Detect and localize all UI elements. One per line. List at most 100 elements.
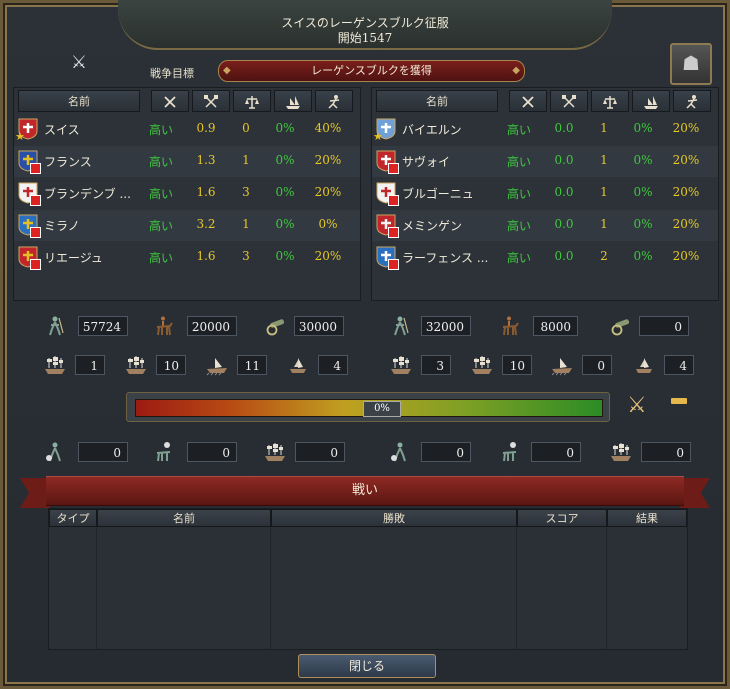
defender-lost-infantry-value: 0 [421, 442, 471, 462]
ally-marker-icon [388, 259, 399, 270]
defender-artillery[interactable]: 0 [609, 313, 689, 341]
peace-offer-icon[interactable]: ⚔ [627, 393, 647, 418]
attacker-infantry-value: 57724 [78, 316, 128, 336]
ship-icon [389, 354, 413, 378]
attacker-heavy-ships-value: 1 [75, 355, 105, 375]
participant-stat-5: 20% [672, 217, 700, 231]
participant-stat-1: 高い [148, 219, 173, 233]
participant-row[interactable]: ★ バイエルン 高い 0.0 1 0% 20% [372, 114, 718, 145]
attacker-galleys-value: 11 [237, 355, 267, 375]
country-flag-icon[interactable] [376, 246, 399, 270]
leader-portrait-button[interactable]: ☗ [670, 43, 712, 85]
artillery-icon [609, 315, 633, 339]
attacker-heavy-ships[interactable]: 1 [43, 352, 105, 380]
country-flag-icon[interactable] [376, 182, 399, 206]
defender-lost-ships[interactable]: 0 [609, 439, 691, 467]
battles-header-score[interactable]: スコア [517, 509, 607, 527]
country-flag-icon[interactable] [376, 214, 399, 238]
attacker-transports-value: 4 [318, 355, 348, 375]
participant-row[interactable]: ブルゴーニュ 高い 0.0 1 0% 20% [372, 178, 718, 209]
participant-row[interactable]: ミラノ 高い 3.2 1 0% 0% [14, 210, 360, 241]
galley-icon [550, 354, 574, 378]
country-flag-icon[interactable]: ★ [373, 118, 396, 143]
battles-title: 戦い [46, 476, 684, 506]
participant-row[interactable]: メミンゲン 高い 0.0 1 0% 20% [372, 210, 718, 241]
country-name: ラーフェンス ... [402, 251, 489, 265]
country-name: リエージュ [44, 251, 103, 265]
defender-galleys-value: 0 [582, 355, 612, 375]
defender-lost-cavalry[interactable]: 0 [499, 439, 581, 467]
army-header-icon[interactable] [192, 90, 230, 112]
close-button[interactable]: 閉じる [298, 654, 436, 678]
participant-stat-1: 高い [148, 187, 173, 201]
wargoal-label: 戦争目標 [150, 67, 194, 80]
country-flag-icon[interactable] [18, 182, 41, 206]
country-flag-icon[interactable] [18, 214, 41, 238]
column-header-name[interactable]: 名前 [18, 90, 140, 112]
score-header-icon[interactable] [233, 90, 271, 112]
battles-table: タイプ 名前 勝敗 スコア 結果 [48, 508, 688, 650]
country-name: ブルゴーニュ [402, 187, 474, 201]
defender-lost-infantry[interactable]: 0 [389, 439, 471, 467]
attacker-light-ships[interactable]: 10 [124, 352, 186, 380]
participant-stat-5: 20% [314, 249, 342, 263]
wargoal-value[interactable]: レーゲンスブルクを獲得 [218, 60, 525, 82]
battles-header-outcome[interactable]: 結果 [607, 509, 687, 527]
battles-header-type[interactable]: タイプ [49, 509, 97, 527]
participant-stat-5: 20% [314, 185, 342, 199]
participation-header-icon[interactable] [315, 90, 353, 112]
attacker-lost-infantry[interactable]: 0 [44, 439, 128, 467]
defender-light-ships[interactable]: 10 [470, 352, 532, 380]
ally-marker-icon [30, 227, 41, 238]
score-header-icon[interactable] [591, 90, 629, 112]
attacker-lost-cavalry[interactable]: 0 [153, 439, 237, 467]
participant-row[interactable]: サヴォイ 高い 0.0 1 0% 20% [372, 146, 718, 177]
attacker-lost-ships[interactable]: 0 [263, 439, 345, 467]
defenders-table: 名前 ★ バイエルン 高い 0.0 1 0% 20% サヴォイ 高い 0.0 1 0% 20% ブルゴーニュ… [371, 87, 719, 301]
attacker-artillery[interactable]: 30000 [264, 313, 344, 341]
participant-stat-1: 高い [506, 219, 531, 233]
defender-infantry-value: 32000 [421, 316, 471, 336]
army-header-icon[interactable] [550, 90, 588, 112]
defender-infantry[interactable]: 32000 [389, 313, 471, 341]
defender-cavalry[interactable]: 8000 [499, 313, 578, 341]
battles-header-result[interactable]: 勝敗 [271, 509, 517, 527]
participant-row[interactable]: ★ スイス 高い 0.9 0 0% 40% [14, 114, 360, 145]
ally-marker-icon [388, 227, 399, 238]
participant-stat-5: 20% [314, 153, 342, 167]
participant-stat-5: 20% [672, 153, 700, 167]
attacker-cavalry[interactable]: 20000 [153, 313, 237, 341]
participant-stat-1: 高い [506, 155, 531, 169]
participant-row[interactable]: ブランデンブ ... 高い 1.6 3 0% 20% [14, 178, 360, 209]
attacker-galleys[interactable]: 11 [205, 352, 267, 380]
column-header-name[interactable]: 名前 [376, 90, 498, 112]
country-flag-icon[interactable] [376, 150, 399, 174]
battles-header-name[interactable]: 名前 [97, 509, 271, 527]
country-name: スイス [44, 123, 80, 137]
attacker-infantry[interactable]: 57724 [44, 313, 128, 341]
attacker-cavalry-value: 20000 [187, 316, 237, 336]
navy-header-icon[interactable] [274, 90, 312, 112]
war-exhaustion-header-icon[interactable] [151, 90, 189, 112]
navy-header-icon[interactable] [632, 90, 670, 112]
participation-header-icon[interactable] [673, 90, 711, 112]
skullinf-icon [389, 441, 413, 465]
attacker-transports[interactable]: 4 [286, 352, 348, 380]
ship-icon [263, 441, 287, 465]
country-flag-icon[interactable] [18, 246, 41, 270]
participant-stat-5: 20% [672, 185, 700, 199]
artillery-icon [264, 315, 288, 339]
defender-galleys[interactable]: 0 [550, 352, 612, 380]
transport-icon [632, 354, 656, 378]
country-flag-icon[interactable]: ★ [15, 118, 38, 143]
banner-tail-right [680, 478, 710, 508]
battles-column [49, 527, 97, 649]
country-flag-icon[interactable] [18, 150, 41, 174]
participant-stat-5: 20% [672, 121, 700, 135]
defender-heavy-ships[interactable]: 3 [389, 352, 451, 380]
defender-transports[interactable]: 4 [632, 352, 694, 380]
participant-row[interactable]: フランス 高い 1.3 1 0% 20% [14, 146, 360, 177]
participant-row[interactable]: ラーフェンス ... 高い 0.0 2 0% 20% [372, 242, 718, 273]
war-exhaustion-header-icon[interactable] [509, 90, 547, 112]
participant-row[interactable]: リエージュ 高い 1.6 3 0% 20% [14, 242, 360, 273]
